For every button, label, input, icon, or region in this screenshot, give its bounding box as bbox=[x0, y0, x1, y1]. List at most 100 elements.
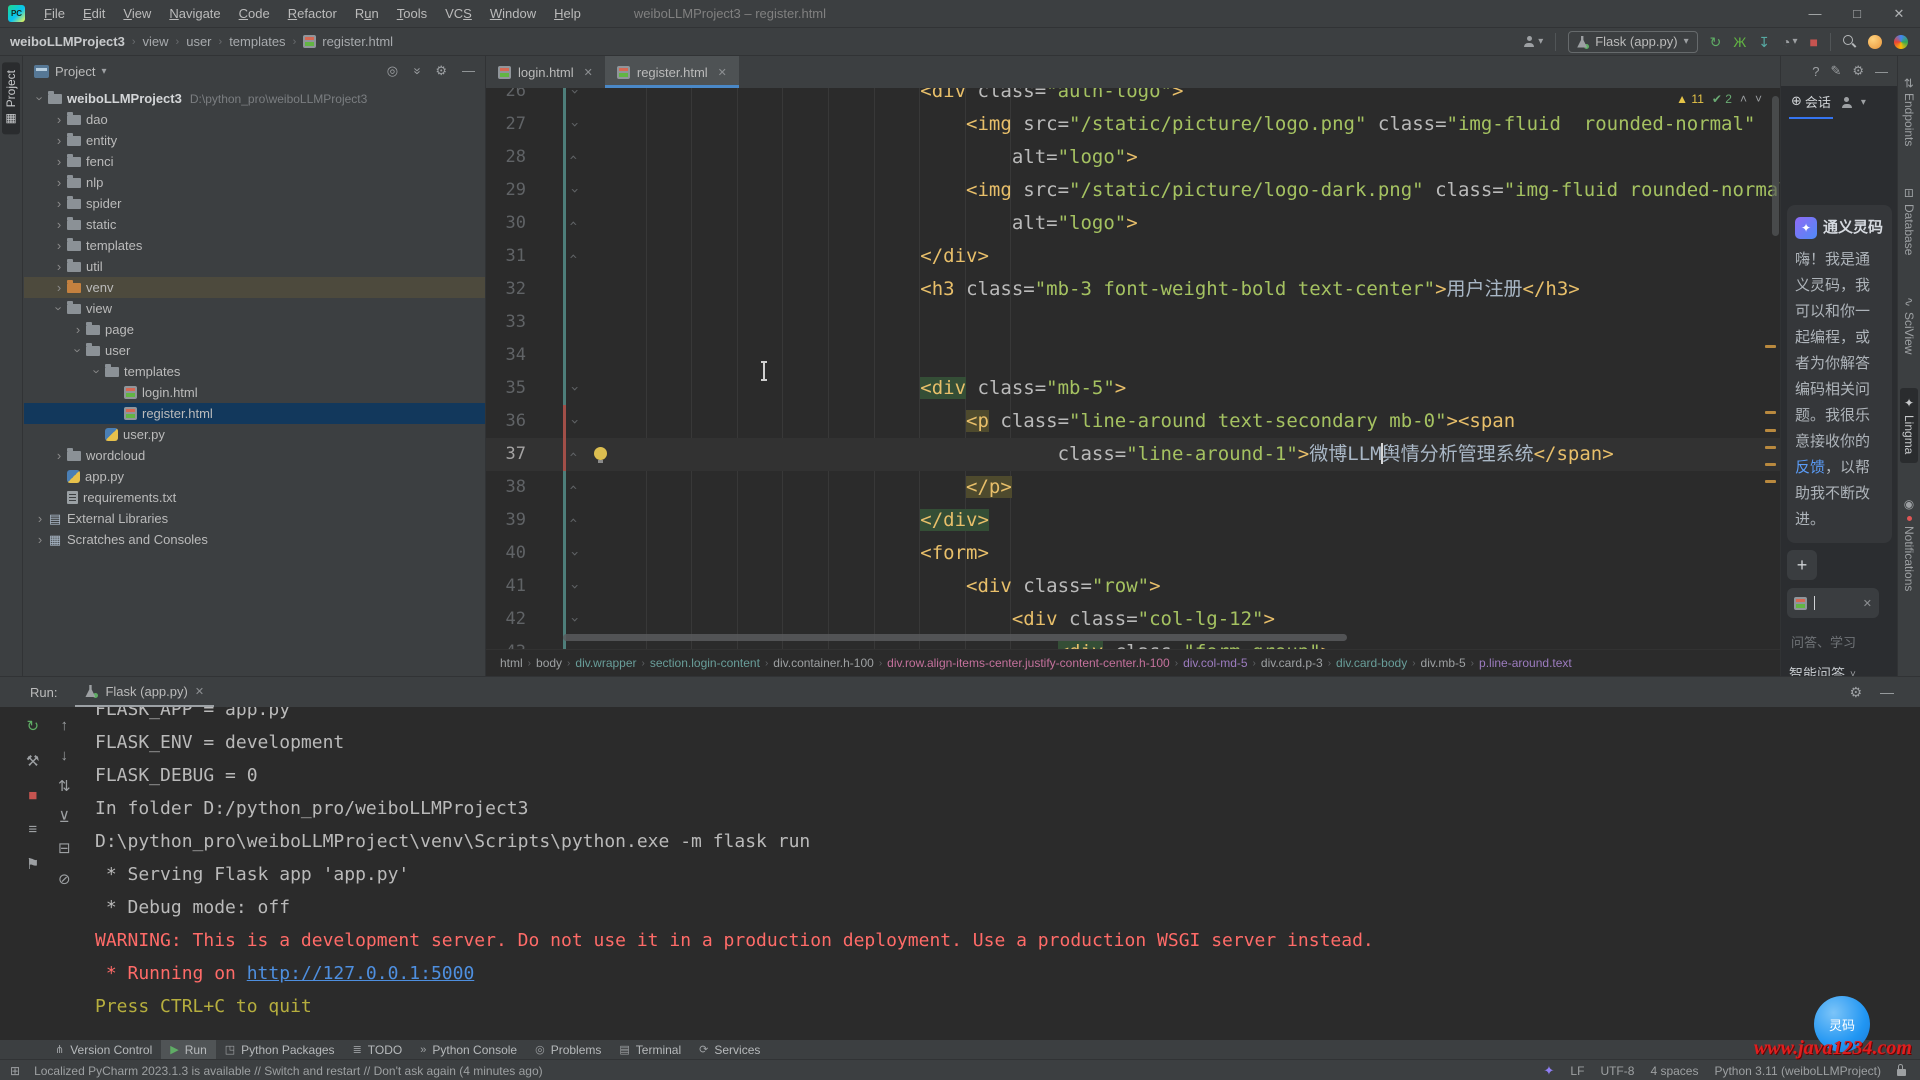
close-tab-icon[interactable]: ✕ bbox=[584, 66, 593, 79]
tree-item-dao[interactable]: ›dao bbox=[24, 109, 485, 130]
tree-expand-arrow[interactable]: › bbox=[51, 448, 67, 463]
tag-breadcrumb-html[interactable]: html bbox=[500, 656, 523, 670]
scroll-to-end-button[interactable]: ⊻ bbox=[59, 808, 70, 826]
breadcrumb-templates[interactable]: templates bbox=[229, 34, 285, 49]
stripe-tab-endpoints[interactable]: ⇄Endpoints bbox=[1900, 70, 1918, 154]
profiler-button[interactable]: ◔ ▾ bbox=[1782, 35, 1798, 49]
collapse-all-button[interactable]: « bbox=[409, 67, 425, 74]
tree-item-user[interactable]: ›user bbox=[24, 340, 485, 361]
tree-expand-arrow[interactable]: › bbox=[32, 511, 48, 526]
menu-edit[interactable]: Edit bbox=[74, 0, 114, 27]
tree-item-templates[interactable]: ›templates bbox=[24, 235, 485, 256]
menu-help[interactable]: Help bbox=[545, 0, 590, 27]
code-line-33[interactable]: 33 bbox=[486, 306, 1780, 339]
toolwindow-button-python-console[interactable]: »Python Console bbox=[411, 1040, 526, 1059]
tree-item-user-py[interactable]: user.py bbox=[24, 424, 485, 445]
rerun-button[interactable]: ↻ bbox=[26, 717, 39, 735]
toolwindow-button-todo[interactable]: ≣TODO bbox=[344, 1040, 412, 1059]
status-message[interactable]: Localized PyCharm 2023.1.3 is available … bbox=[34, 1064, 543, 1078]
tag-breadcrumb-p-line-around-text[interactable]: p.line-around.text bbox=[1479, 656, 1572, 670]
add-context-button[interactable]: + bbox=[1787, 550, 1817, 580]
close-tab-icon[interactable]: ✕ bbox=[718, 66, 727, 79]
tree-item-app-py[interactable]: app.py bbox=[24, 466, 485, 487]
toolwindow-button-terminal[interactable]: ▤Terminal bbox=[610, 1040, 690, 1059]
up-stacktrace-button[interactable]: ↑ bbox=[61, 717, 69, 734]
code-line-28[interactable]: 28› alt="logo"> bbox=[486, 141, 1780, 174]
pin-button[interactable]: ⚑ bbox=[26, 855, 39, 873]
user-account-button[interactable]: ▾ bbox=[1523, 36, 1543, 47]
editor-tab-login-html[interactable]: login.html✕ bbox=[486, 56, 605, 88]
tree-expand-arrow[interactable]: › bbox=[51, 259, 67, 274]
session-tab[interactable]: ⊕ 会话 bbox=[1789, 86, 1833, 119]
toolwindow-button-python-packages[interactable]: ◳Python Packages bbox=[216, 1040, 344, 1059]
menu-navigate[interactable]: Navigate bbox=[160, 0, 229, 27]
tree-item-page[interactable]: ›page bbox=[24, 319, 485, 340]
new-chat-icon[interactable]: ✎ bbox=[1830, 63, 1841, 79]
tree-item-external-libraries[interactable]: ›▤External Libraries bbox=[24, 508, 485, 529]
status-utf-8[interactable]: UTF-8 bbox=[1600, 1064, 1634, 1078]
run-configuration-select[interactable]: Flask (app.py) ▾ bbox=[1568, 31, 1697, 53]
tree-expand-arrow[interactable]: › bbox=[51, 154, 67, 169]
toolwindow-button-version-control[interactable]: ⋔Version Control bbox=[46, 1040, 161, 1059]
code-line-37[interactable]: 37› class="line-around-1">微博LLM舆情分析管理系统<… bbox=[486, 438, 1780, 471]
tree-item-spider[interactable]: ›spider bbox=[24, 193, 485, 214]
editor-tab-register-html[interactable]: register.html✕ bbox=[605, 56, 739, 88]
tree-expand-arrow[interactable]: › bbox=[32, 532, 48, 547]
stop-button[interactable]: ■ bbox=[1810, 35, 1818, 49]
menu-run[interactable]: Run bbox=[346, 0, 388, 27]
code-line-27[interactable]: 27› <img src="/static/picture/logo.png" … bbox=[486, 108, 1780, 141]
read-only-lock-icon[interactable] bbox=[1897, 1069, 1906, 1076]
gear-icon[interactable]: ⚙ bbox=[435, 63, 447, 79]
hide-panel-button[interactable]: — bbox=[1880, 684, 1894, 701]
run-console[interactable]: FLASK_APP = app.pyFLASK_ENV = developmen… bbox=[95, 707, 1920, 1041]
toolwindow-button-services[interactable]: ⟳Services bbox=[690, 1040, 769, 1059]
coverage-button[interactable]: ↧ bbox=[1758, 35, 1770, 49]
gear-icon[interactable]: ⚙ bbox=[1852, 63, 1864, 79]
stripe-tab-notifications[interactable]: ◉Notifications bbox=[1900, 489, 1918, 599]
tool-window-switcher-icon[interactable]: ⊞ bbox=[10, 1064, 20, 1078]
tag-breadcrumb-div-container-h-100[interactable]: div.container.h-100 bbox=[773, 656, 874, 670]
stripe-tab-sciview[interactable]: ∿SciView bbox=[1900, 289, 1918, 363]
inspections-widget[interactable]: ▲ 11 ✔ 2 ˄ ˅ bbox=[1676, 92, 1762, 106]
editor-horizontal-scrollbar[interactable] bbox=[563, 634, 1347, 641]
tree-item-entity[interactable]: ›entity bbox=[24, 130, 485, 151]
tree-item-weibollmproject3[interactable]: ›weiboLLMProject3D:\python_pro\weiboLLMP… bbox=[24, 88, 485, 109]
ai-assistant-icon[interactable]: ✦ bbox=[1544, 1063, 1555, 1079]
context-file-chip[interactable]: ✕ bbox=[1787, 588, 1879, 618]
soft-wrap-button[interactable]: ⊟ bbox=[58, 839, 71, 857]
tree-expand-arrow[interactable]: › bbox=[33, 91, 48, 107]
status-python-3-11-weibollmproject[interactable]: Python 3.11 (weiboLLMProject) bbox=[1714, 1064, 1881, 1078]
tag-breadcrumb-div-card-p-3[interactable]: div.card.p-3 bbox=[1261, 656, 1323, 670]
ai-plugin-icon[interactable] bbox=[1868, 35, 1882, 49]
remove-context-icon[interactable]: ✕ bbox=[1863, 597, 1872, 610]
project-panel-title[interactable]: Project bbox=[55, 64, 95, 79]
chat-input-placeholder[interactable]: 问答、学习 bbox=[1791, 632, 1856, 651]
tree-expand-arrow[interactable]: › bbox=[70, 322, 86, 337]
tree-item-nlp[interactable]: ›nlp bbox=[24, 172, 485, 193]
menu-code[interactable]: Code bbox=[230, 0, 279, 27]
chevron-down-icon[interactable]: ▾ bbox=[101, 66, 106, 77]
tag-breadcrumb-div-mb-5[interactable]: div.mb-5 bbox=[1421, 656, 1466, 670]
expand-all-button[interactable]: ⇅ bbox=[58, 777, 71, 795]
tree-item-util[interactable]: ›util bbox=[24, 256, 485, 277]
next-problem-button[interactable]: ˅ bbox=[1755, 92, 1762, 106]
tree-expand-arrow[interactable]: › bbox=[51, 133, 67, 148]
tag-breadcrumb-body[interactable]: body bbox=[536, 656, 562, 670]
menu-file[interactable]: File bbox=[35, 0, 74, 27]
tree-item-wordcloud[interactable]: ›wordcloud bbox=[24, 445, 485, 466]
tag-breadcrumb-div-row-align-items-center-justify-content-center-h-100[interactable]: div.row.align-items-center.justify-conte… bbox=[887, 656, 1170, 670]
code-line-35[interactable]: 35› <div class="mb-5"> bbox=[486, 372, 1780, 405]
tree-expand-arrow[interactable]: › bbox=[51, 217, 67, 232]
tag-breadcrumb-div-col-md-5[interactable]: div.col-md-5 bbox=[1183, 656, 1247, 670]
code-line-29[interactable]: 29› <img src="/static/picture/logo-dark.… bbox=[486, 174, 1780, 207]
tree-expand-arrow[interactable]: › bbox=[51, 112, 67, 127]
stripe-tab-lingma[interactable]: ✦Lingma bbox=[1900, 388, 1918, 462]
menu-window[interactable]: Window bbox=[481, 0, 545, 27]
prev-problem-button[interactable]: ˄ bbox=[1740, 92, 1747, 106]
help-icon[interactable]: ? bbox=[1812, 64, 1819, 79]
code-line-40[interactable]: 40› <form> bbox=[486, 537, 1780, 570]
close-tab-icon[interactable]: ✕ bbox=[195, 685, 204, 698]
hide-panel-button[interactable]: — bbox=[1875, 64, 1888, 79]
gear-icon[interactable]: ⚙ bbox=[1849, 684, 1862, 701]
tag-breadcrumb-div-wrapper[interactable]: div.wrapper bbox=[575, 656, 636, 670]
